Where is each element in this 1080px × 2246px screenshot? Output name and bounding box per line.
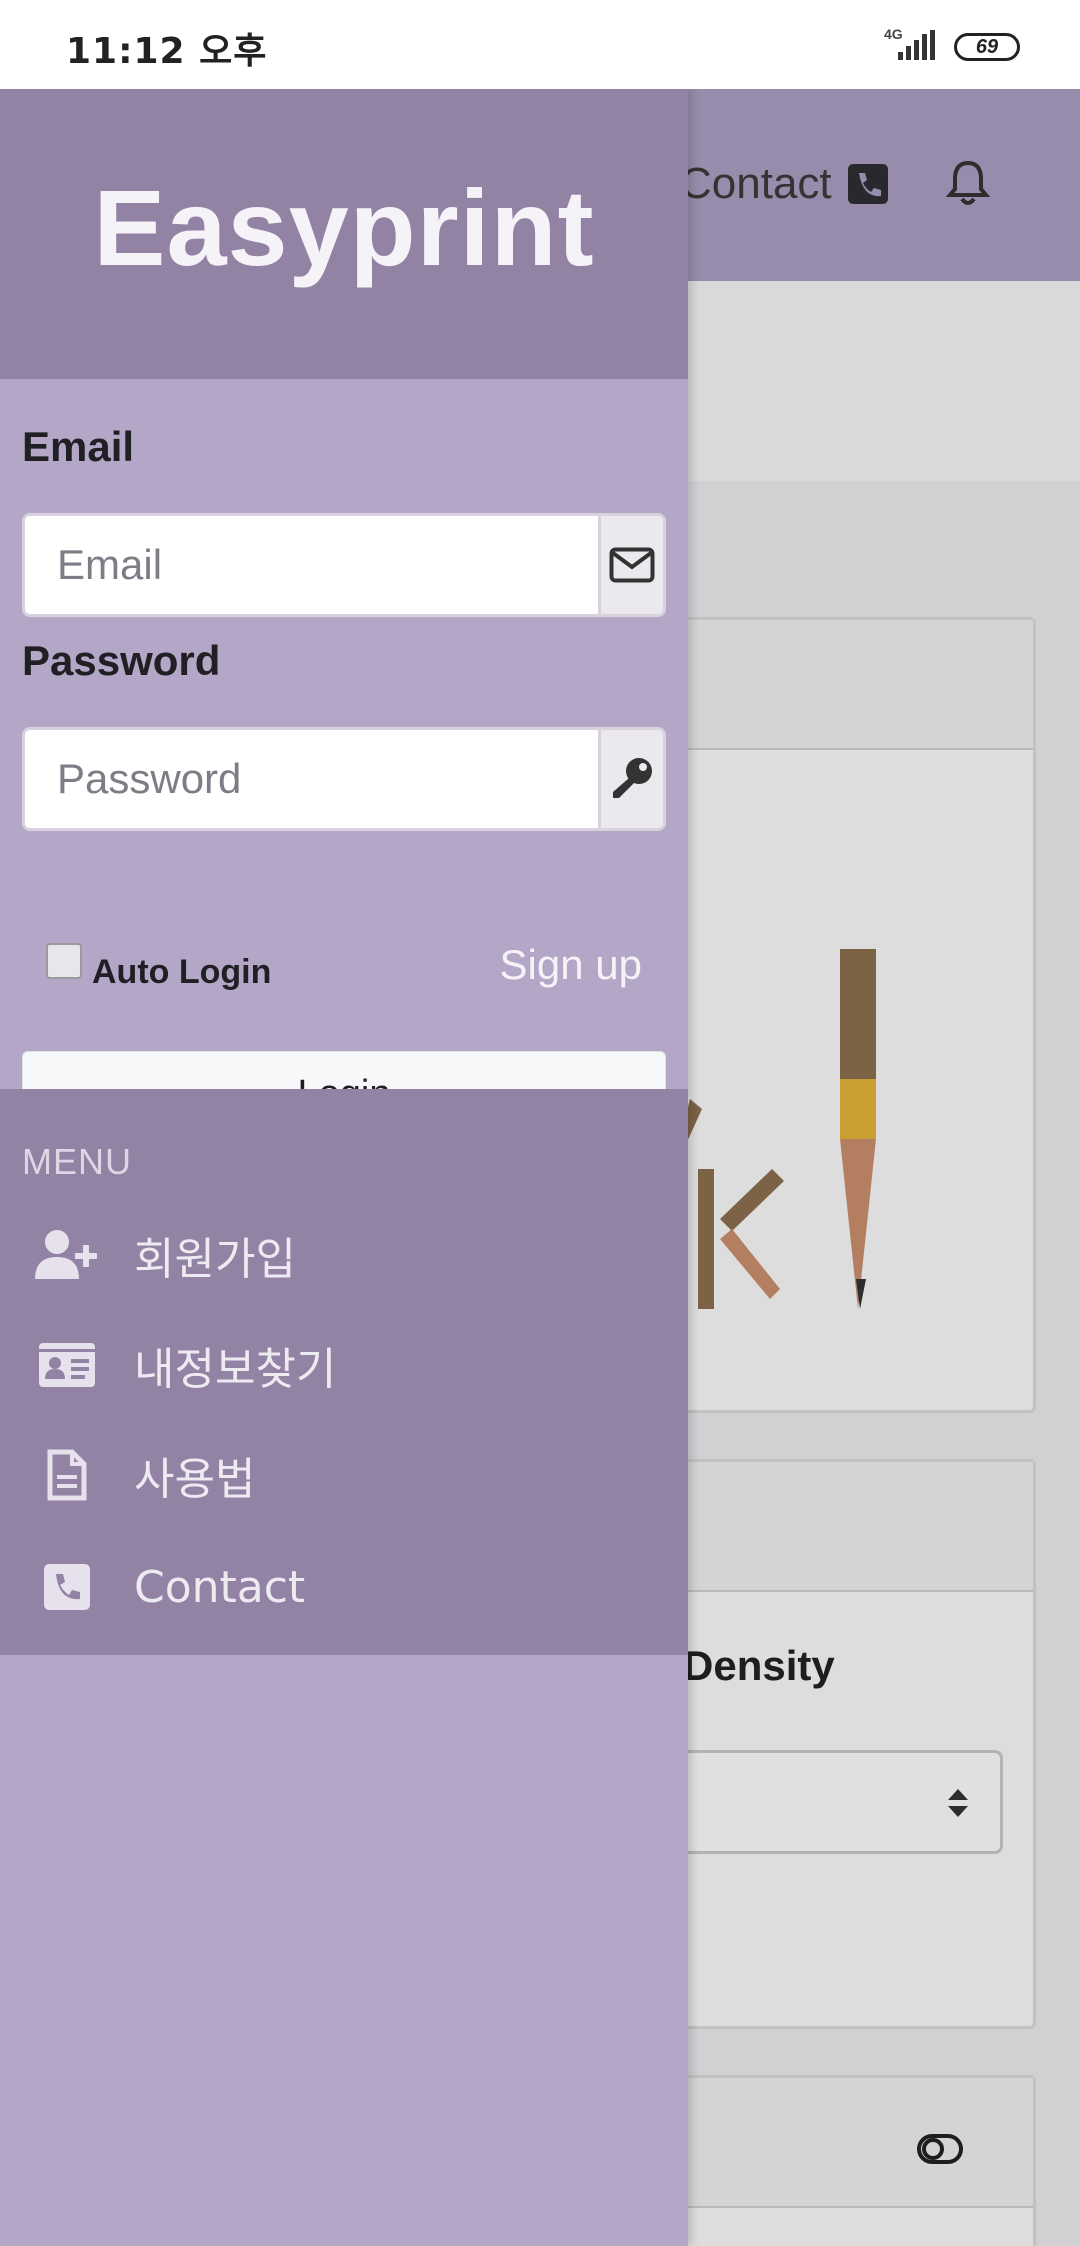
battery-icon: 69 [954, 33, 1020, 61]
envelope-icon [609, 547, 655, 583]
auto-login-checkbox[interactable] [46, 943, 82, 979]
auto-login-label[interactable]: Auto Login [92, 953, 271, 992]
signup-link[interactable]: Sign up [500, 941, 642, 989]
menu-item-label: 사용법 [134, 1454, 256, 1505]
menu-item-label: 회원가입 [134, 1234, 296, 1285]
drawer-menu: MENU 회원가입 내정보찾기 사용법 Contact [0, 1089, 688, 1655]
email-label: Email [22, 423, 135, 470]
auto-login-row[interactable]: Auto Login [46, 943, 271, 992]
menu-item-label: Contact [134, 1561, 306, 1613]
status-bar: 11:12 오후 4G 69 [0, 0, 1080, 89]
password-input-group [22, 727, 666, 831]
id-card-icon [0, 1343, 134, 1387]
menu-item-usage[interactable]: 사용법 [0, 1425, 688, 1525]
menu-item-contact[interactable]: Contact [0, 1537, 688, 1637]
phone-icon [0, 1564, 134, 1610]
status-time: 11:12 오후 [66, 31, 268, 72]
menu-title: MENU [22, 1141, 132, 1182]
login-form: Email Password Auto Log [0, 379, 688, 1179]
menu-item-signup[interactable]: 회원가입 [0, 1205, 688, 1305]
email-input-group [22, 513, 666, 617]
password-input[interactable] [25, 730, 598, 828]
menu-item-label: 내정보찾기 [134, 1344, 337, 1395]
signal-icon [898, 30, 935, 60]
password-addon [598, 730, 663, 828]
user-plus-icon [0, 1229, 134, 1281]
drawer-header: Easyprint [0, 89, 688, 379]
email-addon [598, 516, 663, 614]
password-label: Password [22, 637, 221, 684]
menu-item-find-info[interactable]: 내정보찾기 [0, 1315, 688, 1415]
brand-title: Easyprint [93, 167, 595, 288]
document-icon [0, 1449, 134, 1501]
side-drawer: Easyprint Email Password [0, 89, 688, 2246]
key-icon [613, 758, 652, 798]
email-input[interactable] [25, 516, 598, 614]
